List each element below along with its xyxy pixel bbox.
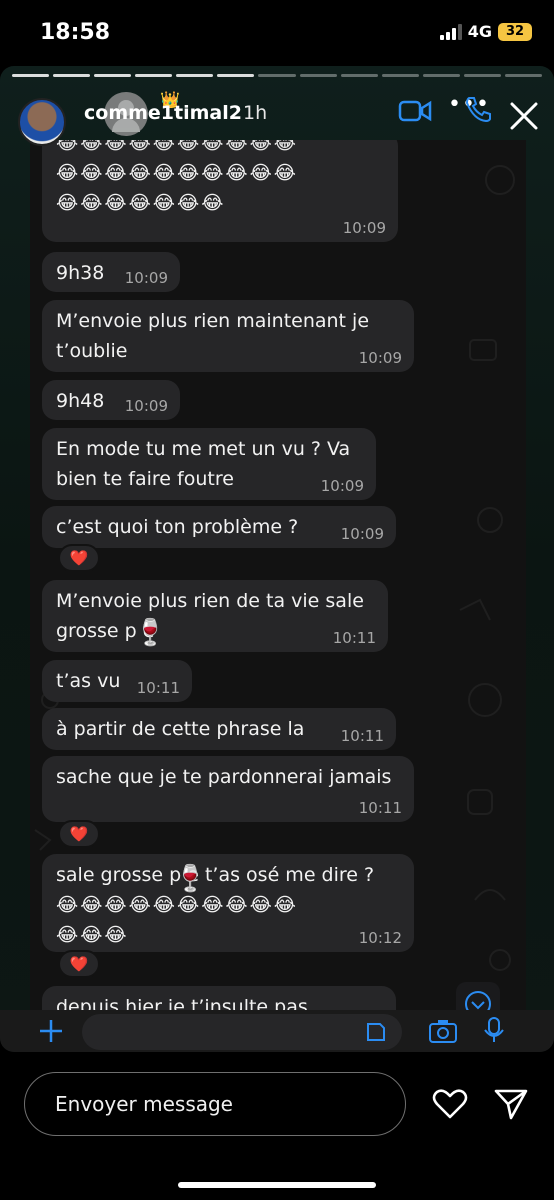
home-indicator <box>178 1182 376 1188</box>
story-progress <box>12 74 543 77</box>
heart-icon[interactable] <box>432 1088 468 1120</box>
heart-reaction[interactable]: ❤️ <box>58 950 100 978</box>
message-text: En mode tu me met un vu ? Va <box>56 438 351 460</box>
message-emojis: 😂😂😂 <box>56 924 129 946</box>
camera-icon <box>429 1020 457 1043</box>
story-header: 👑 comme1timal2 1h ••• <box>0 88 554 146</box>
close-icon[interactable] <box>508 100 540 132</box>
message-emojis: 😂😂😂😂😂😂😂😂😂😂 <box>56 894 299 916</box>
heart-reaction[interactable]: ❤️ <box>58 820 100 848</box>
message-time: 10:09 <box>124 397 168 415</box>
message-bubble[interactable]: t’as vu 10:11 <box>42 660 192 702</box>
message-bubble[interactable]: M’envoie plus rien de ta vie sale grosse… <box>42 580 388 652</box>
screen: 18:58 4G 32 😂😂😂😂😂😂😂😂😂😂 😂😂😂😂😂😂😂😂😂😂 😂😂😂😂😂😂… <box>0 0 554 1200</box>
message-text: bien te faire foutre <box>56 468 234 490</box>
story-time-ago: 1h <box>243 102 268 124</box>
message-time: 10:11 <box>358 799 402 817</box>
message-time: 10:11 <box>340 727 384 745</box>
message-bubble[interactable]: 9h38 10:09 <box>42 252 180 292</box>
message-bubble[interactable]: sale grosse p e t’as osé me dire ? 😂😂😂😂😂… <box>42 854 414 952</box>
status-bar: 18:58 4G 32 <box>0 0 554 66</box>
message-bubble[interactable]: sache que je te pardonnerai jamais 10:11 <box>42 756 414 822</box>
message-time: 10:12 <box>358 929 402 947</box>
message-text: 9h38 <box>56 262 105 284</box>
chat-input <box>82 1014 402 1050</box>
message-time: 10:11 <box>136 679 180 697</box>
message-time: 10:09 <box>320 477 364 495</box>
chevron-down-icon <box>465 991 491 1012</box>
heart-reaction[interactable]: ❤️ <box>58 544 100 572</box>
message-bubble[interactable]: 9h48 10:09 <box>42 380 180 420</box>
message-text: t’oublie <box>56 340 128 362</box>
message-emojis: 😂😂😂😂😂😂😂😂😂😂 <box>56 162 299 184</box>
message-time: 10:09 <box>340 525 384 543</box>
network-type: 4G <box>467 22 492 41</box>
status-indicators: 4G 32 <box>439 22 532 41</box>
message-bubble[interactable]: M’envoie plus rien maintenant je t’oubli… <box>42 300 414 372</box>
reply-bar <box>0 1052 554 1200</box>
message-text: M’envoie plus rien maintenant je <box>56 310 370 332</box>
message-text: t’as vu <box>56 670 121 692</box>
wine-glass-sticker: 🍷 <box>174 864 207 894</box>
send-icon[interactable] <box>494 1088 528 1120</box>
message-text: 9h48 <box>56 390 105 412</box>
message-text: sache que je te pardonnerai jamais <box>56 766 392 788</box>
sticker-icon <box>367 1023 385 1041</box>
chat-composer <box>0 1010 554 1052</box>
message-text: M’envoie plus rien de ta vie sale <box>56 590 364 612</box>
scroll-down-button[interactable] <box>456 982 500 1012</box>
plus-icon <box>40 1020 62 1042</box>
message-bubble[interactable]: c’est quoi ton problème ? 10:09 <box>42 506 396 548</box>
story-frame[interactable]: 😂😂😂😂😂😂😂😂😂😂 😂😂😂😂😂😂😂😂😂😂 😂😂😂😂😂😂😂 10:09 9h38… <box>0 66 554 1052</box>
message-bubble[interactable]: En mode tu me met un vu ? Va bien te fai… <box>42 428 376 500</box>
signal-icon <box>439 23 462 40</box>
message-text: c’est quoi ton problème ? <box>56 516 299 538</box>
phone-icon <box>465 97 491 123</box>
message-text: à partir de cette phrase la <box>56 718 305 740</box>
message-text: sale grosse p e t’as osé me dire ? <box>56 864 375 886</box>
story-username[interactable]: comme1timal2 <box>84 102 242 124</box>
status-time: 18:58 <box>40 20 111 45</box>
microphone-icon <box>484 1017 504 1042</box>
video-call-icon <box>398 100 432 122</box>
message-emojis: 😂😂😂😂😂😂😂 <box>56 192 226 214</box>
message-time: 10:09 <box>358 349 402 367</box>
message-bubble[interactable]: à partir de cette phrase la 10:11 <box>42 708 396 750</box>
message-bubble[interactable]: depuis hier je t’insulte pas <box>42 986 396 1012</box>
message-input[interactable] <box>24 1072 406 1136</box>
message-time: 10:09 <box>124 269 168 287</box>
battery-icon: 32 <box>498 22 532 41</box>
message-bubble[interactable]: 😂😂😂😂😂😂😂😂😂😂 😂😂😂😂😂😂😂😂😂😂 😂😂😂😂😂😂😂 10:09 <box>42 140 398 242</box>
message-text: grosse p e <box>56 620 155 642</box>
message-time: 10:09 <box>342 219 386 237</box>
chat-screenshot: 😂😂😂😂😂😂😂😂😂😂 😂😂😂😂😂😂😂😂😂😂 😂😂😂😂😂😂😂 10:09 9h38… <box>30 140 526 1012</box>
wine-glass-sticker: 🍷 <box>134 618 167 648</box>
avatar[interactable] <box>18 98 66 146</box>
message-time: 10:11 <box>332 629 376 647</box>
